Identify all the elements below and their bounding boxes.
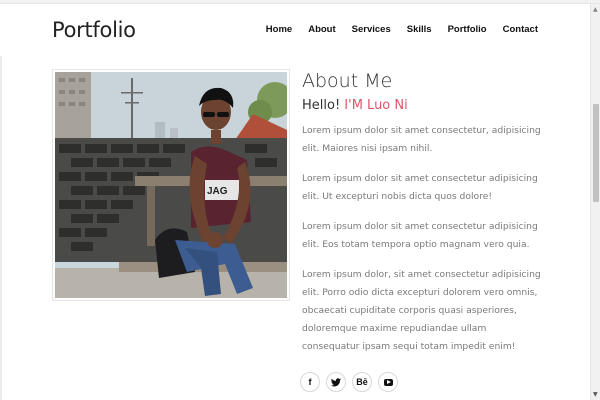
nav-contact[interactable]: Contact <box>503 24 538 35</box>
facebook-icon: f <box>308 377 312 387</box>
twitter-icon <box>331 377 341 387</box>
scrollbar-thumb[interactable] <box>593 104 599 202</box>
hello-name: I'M Luo Ni <box>344 98 408 113</box>
svg-text:JAG: JAG <box>207 186 228 197</box>
nav-skills[interactable]: Skills <box>407 24 432 35</box>
nav-services[interactable]: Services <box>352 24 391 35</box>
twitter-button[interactable] <box>326 372 346 392</box>
nav-home[interactable]: Home <box>266 24 292 35</box>
behance-button[interactable]: Bē <box>352 372 372 392</box>
brand-logo[interactable]: Portfolio <box>52 18 136 42</box>
social-links: f Bē <box>300 372 398 392</box>
youtube-button[interactable] <box>378 372 398 392</box>
about-paragraph-2: Lorem ipsum dolor sit amet consectetur a… <box>302 173 538 202</box>
nav-about[interactable]: About <box>308 24 335 35</box>
navbar: Portfolio Home About Services Skills Por… <box>0 4 590 56</box>
scroll-down-arrow-icon[interactable]: ▼ <box>593 391 598 398</box>
scroll-up-arrow-icon[interactable]: ▲ <box>593 6 598 13</box>
left-edge <box>0 4 2 400</box>
hello-line: Hello! I'M Luo Ni <box>302 98 408 113</box>
profile-photo-illustration: JAG <box>55 72 287 298</box>
profile-photo: JAG <box>55 72 287 298</box>
facebook-button[interactable]: f <box>300 372 320 392</box>
nav-portfolio[interactable]: Portfolio <box>448 24 487 35</box>
about-title: About Me <box>302 70 393 92</box>
about-paragraph-1: Lorem ipsum dolor sit amet consectetur, … <box>302 125 541 154</box>
main-nav: Home About Services Skills Portfolio Con… <box>250 24 538 35</box>
page-scrollbar[interactable]: ▲ ▼ <box>590 4 600 400</box>
profile-photo-frame: JAG <box>52 69 290 301</box>
youtube-icon <box>383 378 393 386</box>
hello-prefix: Hello! <box>302 98 345 113</box>
about-paragraph-4: Lorem ipsum dolor, sit amet consectetur … <box>302 269 541 352</box>
behance-icon: Bē <box>356 377 368 387</box>
about-paragraph-3: Lorem ipsum dolor sit amet consectetur a… <box>302 221 538 250</box>
